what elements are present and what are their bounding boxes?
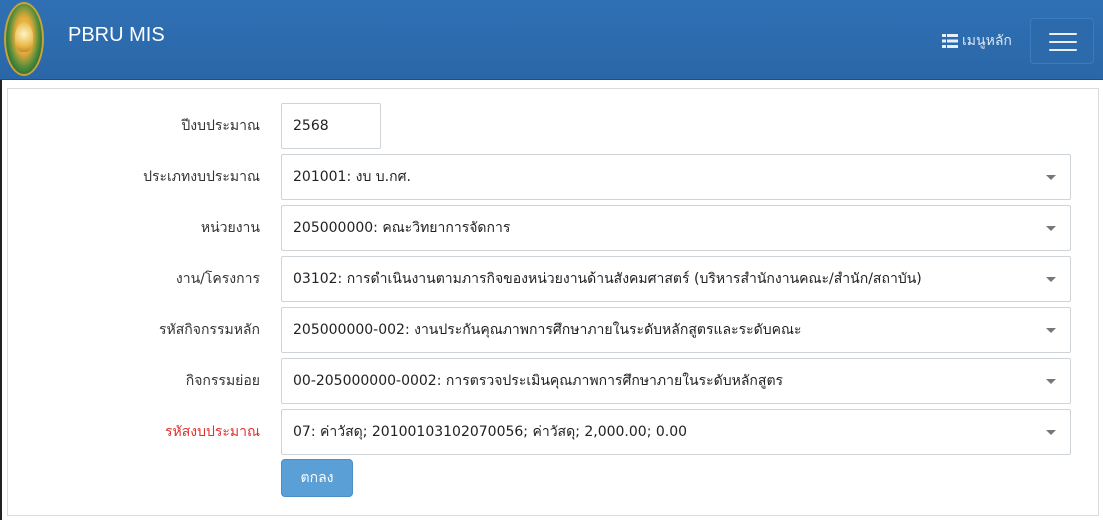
form-row-fiscal-year: ปีงบประมาณ 2568: [8, 103, 1100, 149]
budget-code-label: รหัสงบประมาณ: [164, 424, 260, 440]
hamburger-icon-bar: [1049, 49, 1077, 51]
form-row-main-activity: รหัสกิจกรรมหลัก 205000000-002: งานประกัน…: [8, 307, 1100, 353]
main-activity-label: รหัสกิจกรรมหลัก: [158, 322, 260, 338]
budget-type-select[interactable]: 201001: งบ บ.กศ.: [281, 154, 1071, 200]
budget-form-panel: ปีงบประมาณ 2568 ประเภทงบประมาณ 201001: ง…: [7, 88, 1099, 516]
main-activity-value: 205000000-002: งานประกันคุณภาพการศึกษาภา…: [293, 322, 802, 338]
budget-code-select[interactable]: 07: ค่าวัสดุ; 20100103102070056; ค่าวัสด…: [281, 409, 1071, 455]
fiscal-year-label: ปีงบประมาณ: [181, 118, 260, 134]
submit-button[interactable]: ตกลง: [281, 459, 353, 497]
sub-activity-select[interactable]: 00-205000000-0002: การตรวจประเมินคุณภาพก…: [281, 358, 1071, 404]
caret-down-icon: [1046, 175, 1056, 180]
navbar-toggle-button[interactable]: [1030, 18, 1094, 64]
main-activity-select[interactable]: 205000000-002: งานประกันคุณภาพการศึกษาภา…: [281, 307, 1071, 353]
caret-down-icon: [1046, 430, 1056, 435]
budget-type-value: 201001: งบ บ.กศ.: [293, 169, 411, 185]
department-label: หน่วยงาน: [200, 220, 260, 236]
logo-emblem: [15, 22, 33, 52]
fiscal-year-input[interactable]: 2568: [281, 103, 381, 149]
department-value: 205000000: คณะวิทยาการจัดการ: [293, 220, 511, 236]
university-logo[interactable]: [4, 2, 44, 76]
form-row-sub-activity: กิจกรรมย่อย 00-205000000-0002: การตรวจปร…: [8, 358, 1100, 404]
hamburger-icon-bar: [1049, 41, 1077, 43]
main-menu-link[interactable]: เมนูหลัก: [942, 30, 1012, 52]
project-value: 03102: การดำเนินงานตามภารกิจของหน่วยงานด…: [293, 271, 922, 287]
budget-type-label: ประเภทงบประมาณ: [143, 169, 260, 185]
caret-down-icon: [1046, 379, 1056, 384]
caret-down-icon: [1046, 328, 1056, 333]
hamburger-icon-bar: [1049, 33, 1077, 35]
list-icon: [942, 34, 958, 48]
top-navbar: PBRU MIS เมนูหลัก: [0, 0, 1103, 80]
project-select[interactable]: 03102: การดำเนินงานตามภารกิจของหน่วยงานด…: [281, 256, 1071, 302]
department-select[interactable]: 205000000: คณะวิทยาการจัดการ: [281, 205, 1071, 251]
form-row-budget-type: ประเภทงบประมาณ 201001: งบ บ.กศ.: [8, 154, 1100, 200]
main-menu-label: เมนูหลัก: [962, 33, 1012, 49]
sub-activity-value: 00-205000000-0002: การตรวจประเมินคุณภาพก…: [293, 373, 784, 389]
caret-down-icon: [1046, 277, 1056, 282]
form-row-budget-code: รหัสงบประมาณ 07: ค่าวัสดุ; 2010010310207…: [8, 409, 1100, 455]
budget-code-value: 07: ค่าวัสดุ; 20100103102070056; ค่าวัสด…: [293, 424, 688, 440]
window-edge: [0, 80, 2, 520]
caret-down-icon: [1046, 226, 1056, 231]
brand-title[interactable]: PBRU MIS: [68, 24, 165, 47]
sub-activity-label: กิจกรรมย่อย: [185, 373, 260, 389]
form-row-department: หน่วยงาน 205000000: คณะวิทยาการจัดการ: [8, 205, 1100, 251]
project-label: งาน/โครงการ: [175, 271, 260, 287]
form-row-project: งาน/โครงการ 03102: การดำเนินงานตามภารกิจ…: [8, 256, 1100, 302]
